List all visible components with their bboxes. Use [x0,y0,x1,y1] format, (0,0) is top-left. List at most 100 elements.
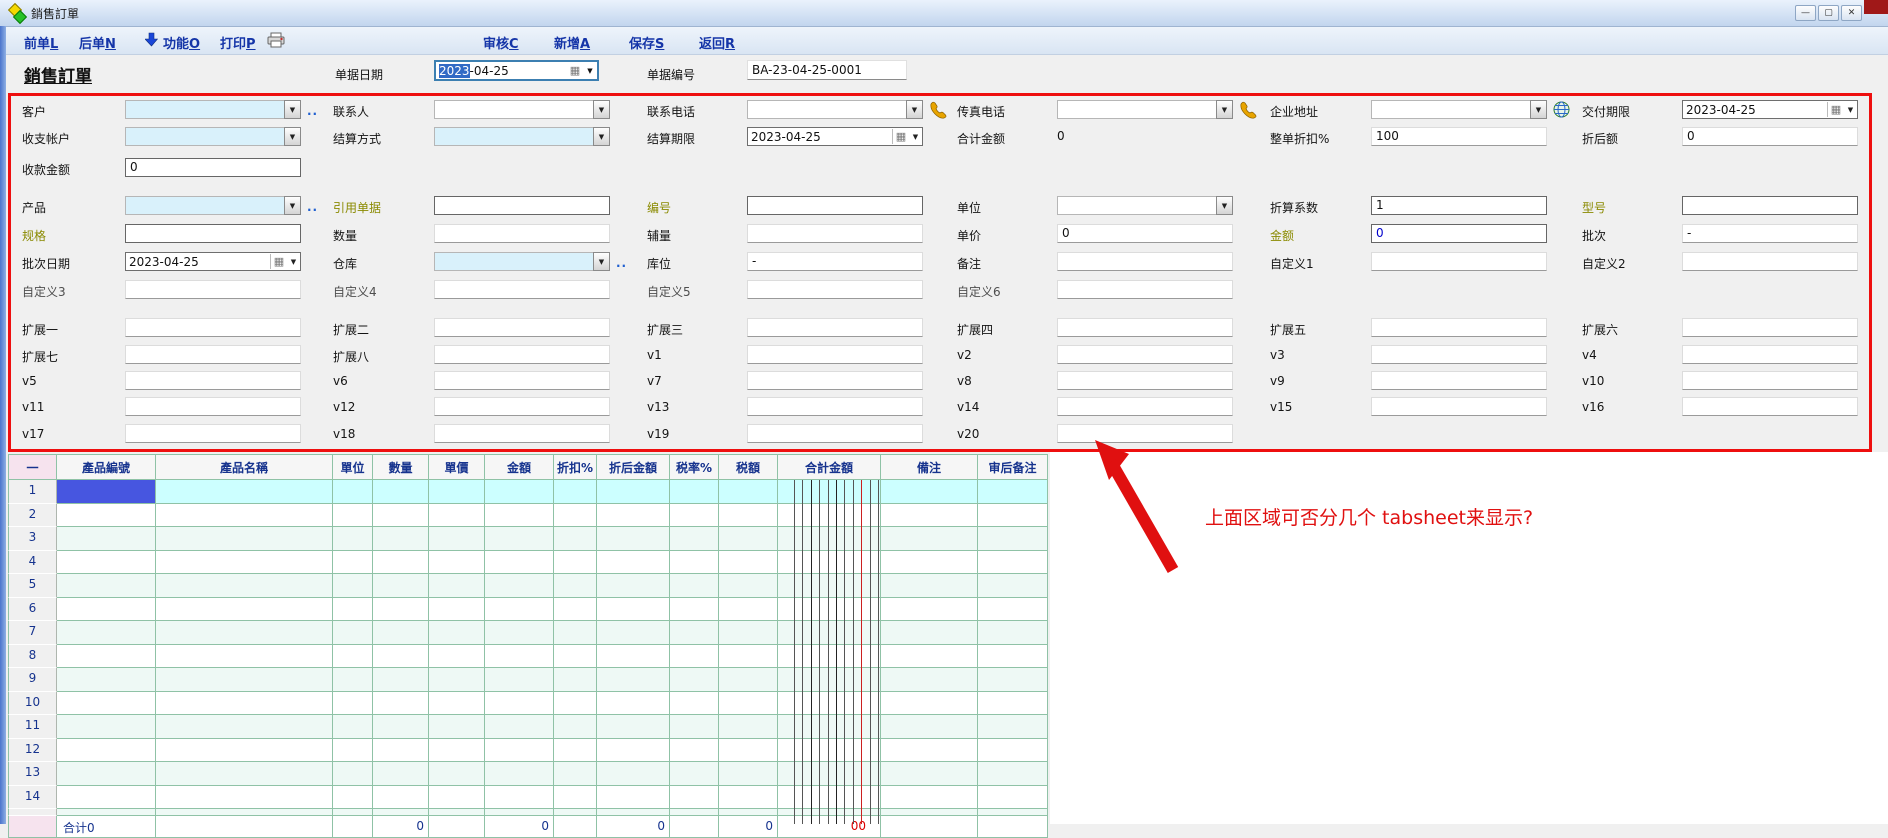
field-v19[interactable] [747,424,923,443]
grid-cell[interactable] [670,762,719,786]
grid-cell[interactable] [429,645,485,669]
grid-cell[interactable] [670,739,719,763]
grid-cell[interactable] [554,739,597,763]
grid-cell[interactable] [719,762,778,786]
chevron-down-icon[interactable]: ▼ [583,67,597,75]
batch-date-dropdown-button[interactable]: ▼ [287,258,300,266]
close-button[interactable]: ✕ [1841,5,1862,21]
grid-cell[interactable] [554,527,597,551]
grid-cell[interactable] [881,809,978,816]
grid-cell[interactable] [597,739,670,763]
grid-cell[interactable] [881,762,978,786]
grid-cell[interactable] [978,480,1048,504]
grid-cell[interactable] [156,739,333,763]
minimize-button[interactable]: — [1795,5,1816,21]
grid-cell[interactable] [978,739,1048,763]
grid-cell[interactable] [597,786,670,810]
field-ext4[interactable] [1057,318,1233,337]
grid-cell[interactable] [429,762,485,786]
fax-phone-phone-icon[interactable] [1239,101,1257,119]
grid-cell[interactable] [597,551,670,575]
grid-cell[interactable] [978,574,1048,598]
field-v16[interactable] [1682,397,1858,416]
field-ext8[interactable] [434,345,610,364]
grid-cell[interactable] [156,786,333,810]
grid-cell[interactable] [719,668,778,692]
field-ext2[interactable] [434,318,610,337]
grid-cell[interactable] [485,598,554,622]
grid-cell[interactable] [333,621,373,645]
grid-cell[interactable] [373,504,429,528]
contact-phone-dropdown-button[interactable]: ▼ [906,100,923,119]
toolbar-audit-link[interactable]: 审核C [483,33,519,52]
field-model[interactable] [1682,196,1858,215]
grid-cell[interactable] [57,574,156,598]
field-v3[interactable] [1371,345,1547,364]
grid-cell[interactable] [719,621,778,645]
field-v2[interactable] [1057,345,1233,364]
grid-cell[interactable] [373,645,429,669]
grid-cell[interactable] [670,504,719,528]
toolbar-next-doc-link[interactable]: 后单N [79,33,116,52]
grid-cell[interactable] [978,786,1048,810]
grid-cell[interactable] [597,809,670,816]
field-quantity[interactable] [434,224,610,243]
grid-cell[interactable] [881,574,978,598]
grid-cell[interactable] [373,692,429,716]
field-v18[interactable] [434,424,610,443]
grid-cell[interactable] [485,786,554,810]
grid-cell[interactable] [57,739,156,763]
fax-phone-combo-text[interactable] [1057,100,1216,119]
warehouse-dropdown-button[interactable]: ▼ [593,252,610,271]
grid-cell[interactable] [978,715,1048,739]
doc-date-field[interactable]: 2023-04-25 ▦ ▼ [434,60,599,81]
grid-cell[interactable] [373,551,429,575]
grid-cell[interactable] [156,480,333,504]
grid-cell[interactable] [333,551,373,575]
grid-cell[interactable] [373,739,429,763]
grid-cell[interactable] [57,504,156,528]
grid-cell[interactable] [485,645,554,669]
grid-cell[interactable] [57,692,156,716]
grid-cell[interactable] [670,480,719,504]
grid-cell[interactable] [429,739,485,763]
grid-cell[interactable] [670,715,719,739]
grid-cell[interactable] [597,480,670,504]
grid-cell[interactable] [881,504,978,528]
grid-cell[interactable] [156,668,333,692]
row-number[interactable]: 14 [8,786,57,810]
grid-cell[interactable] [57,762,156,786]
grid-cell[interactable] [485,551,554,575]
field-unit-price[interactable]: 0 [1057,224,1233,243]
grid-cell[interactable] [597,504,670,528]
toolbar-add-new-link[interactable]: 新增A [554,33,590,52]
payment-account-combo-text[interactable] [125,127,284,146]
grid-cell[interactable] [670,551,719,575]
grid-cell[interactable] [881,551,978,575]
grid-cell[interactable] [719,551,778,575]
customer-browse-button[interactable]: .. [307,104,318,118]
unit-combo-text[interactable] [1057,196,1216,215]
field-ref-doc[interactable] [434,196,610,215]
grid-cell[interactable] [429,551,485,575]
fax-phone-dropdown-button[interactable]: ▼ [1216,100,1233,119]
grid-cell[interactable] [597,762,670,786]
payment-account-dropdown-button[interactable]: ▼ [284,127,301,146]
row-number[interactable]: 7 [8,621,57,645]
grid-cell[interactable] [57,621,156,645]
field-v7[interactable] [747,371,923,390]
grid-cell[interactable] [373,668,429,692]
customer-dropdown-button[interactable]: ▼ [284,100,301,119]
grid-cell[interactable] [156,527,333,551]
toolbar-save-link[interactable]: 保存S [629,33,664,52]
grid-cell[interactable] [554,692,597,716]
field-ext5[interactable] [1371,318,1547,337]
field-batch-date[interactable]: 2023-04-25▦▼ [125,252,301,271]
grid-cell[interactable] [719,739,778,763]
grid-cell[interactable] [881,480,978,504]
field-product[interactable]: ▼ [125,196,301,215]
grid-cell[interactable] [670,809,719,816]
grid-cell[interactable] [429,621,485,645]
field-custom4[interactable] [434,280,610,299]
settlement-date-calendar-icon[interactable]: ▦ [892,129,909,144]
